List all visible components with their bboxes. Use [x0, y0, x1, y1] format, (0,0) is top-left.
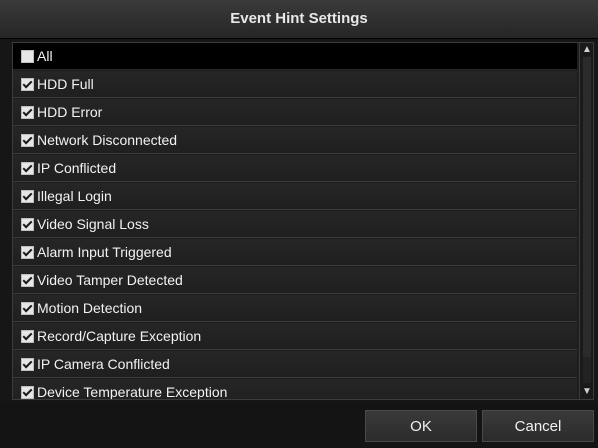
list-item[interactable]: Record/Capture Exception	[13, 323, 577, 350]
checkbox-icon[interactable]	[21, 217, 34, 231]
chevron-down-icon[interactable]: ▼	[582, 387, 592, 397]
checkbox-icon[interactable]	[21, 357, 34, 371]
list-item-label: Illegal Login	[37, 188, 112, 204]
list-item-label: Video Tamper Detected	[37, 272, 183, 288]
list-item[interactable]: HDD Error	[13, 99, 577, 126]
event-hint-settings-dialog: Event Hint Settings All HDD Full HDD Error…	[0, 0, 598, 448]
list-item[interactable]: All	[13, 43, 577, 70]
cancel-button[interactable]: Cancel	[482, 410, 594, 442]
dialog-footer: OK Cancel	[0, 402, 598, 448]
scroll-thumb[interactable]	[583, 57, 591, 357]
list-item-label: Motion Detection	[37, 300, 143, 316]
chevron-up-icon[interactable]: ▲	[582, 45, 592, 55]
checkbox-icon[interactable]	[21, 245, 34, 259]
checkbox-icon[interactable]	[21, 77, 34, 91]
scrollbar[interactable]: ▲ ▼	[579, 43, 593, 399]
checkbox-icon[interactable]	[21, 273, 34, 287]
checkbox-icon[interactable]	[21, 161, 34, 175]
checkbox-icon[interactable]	[21, 301, 34, 315]
dialog-titlebar: Event Hint Settings	[0, 0, 598, 39]
scroll-track[interactable]	[583, 57, 591, 383]
checkbox-icon[interactable]	[21, 189, 34, 203]
checkbox-icon[interactable]	[21, 133, 34, 147]
event-list[interactable]: All HDD Full HDD Error Network Disconnected…	[12, 42, 594, 400]
list-item[interactable]: IP Camera Conflicted	[13, 351, 577, 378]
list-item-label: HDD Error	[37, 104, 103, 120]
list-item[interactable]: Video Signal Loss	[13, 211, 577, 238]
checkbox-icon[interactable]	[21, 385, 34, 399]
list-item-label: Video Signal Loss	[37, 216, 149, 232]
checkbox-icon[interactable]	[21, 49, 34, 63]
checkbox-icon[interactable]	[21, 329, 34, 343]
list-item-label: Alarm Input Triggered	[37, 244, 172, 260]
list-item[interactable]: Network Disconnected	[13, 127, 577, 154]
checkbox-icon[interactable]	[21, 105, 34, 119]
list-item-label: Device Temperature Exception	[37, 384, 228, 400]
list-item[interactable]: Illegal Login	[13, 183, 577, 210]
dialog-title: Event Hint Settings	[230, 10, 368, 27]
list-item-label: IP Camera Conflicted	[37, 356, 170, 372]
list-item[interactable]: HDD Full	[13, 71, 577, 98]
list-item-label: HDD Full	[37, 76, 94, 92]
list-item[interactable]: Alarm Input Triggered	[13, 239, 577, 266]
list-item[interactable]: Device Temperature Exception	[13, 379, 577, 400]
list-item[interactable]: IP Conflicted	[13, 155, 577, 182]
list-item[interactable]: Video Tamper Detected	[13, 267, 577, 294]
list-item-label: Record/Capture Exception	[37, 328, 202, 344]
list-item-label: Network Disconnected	[37, 132, 178, 148]
list-item-label: IP Conflicted	[37, 160, 117, 176]
list-item-label: All	[37, 48, 53, 64]
list-item[interactable]: Motion Detection	[13, 295, 577, 322]
ok-button[interactable]: OK	[365, 410, 477, 442]
